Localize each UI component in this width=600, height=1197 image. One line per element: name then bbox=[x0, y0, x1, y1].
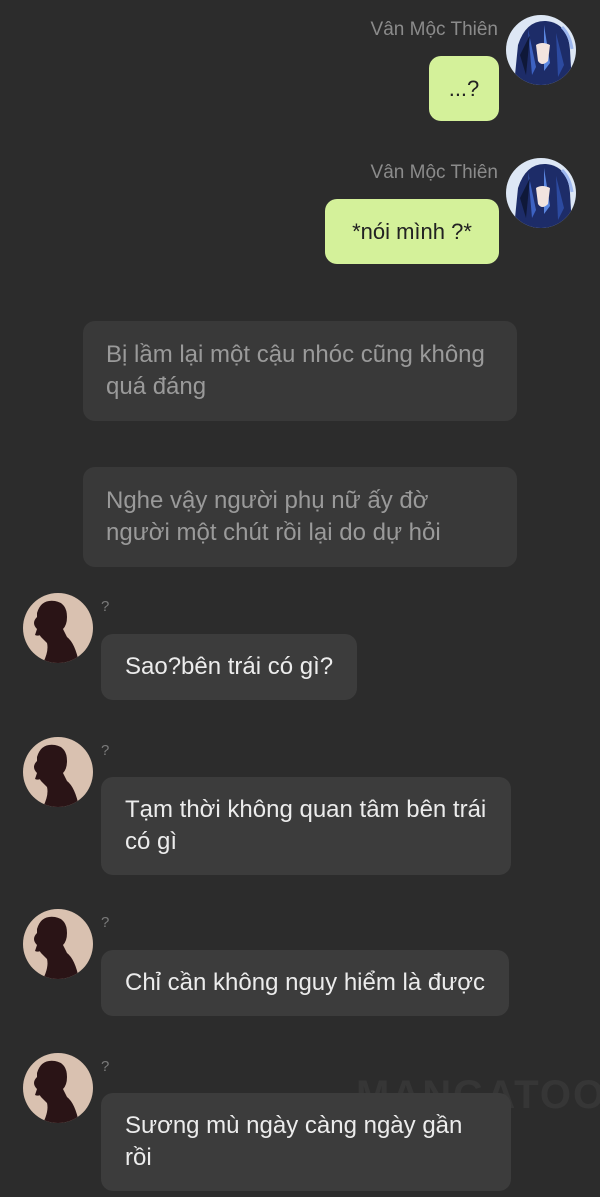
sender-name: Vân Mộc Thiên bbox=[370, 19, 498, 40]
message-bubble[interactable]: Tạm thời không quan tâm bên trái có gì bbox=[101, 777, 511, 875]
message-bubble[interactable]: *nói mình ?* bbox=[325, 199, 499, 264]
silhouette-avatar-icon[interactable] bbox=[23, 1053, 93, 1123]
sender-name: Vân Mộc Thiên bbox=[370, 162, 498, 183]
sender-name: ? bbox=[101, 598, 110, 615]
silhouette-avatar-icon[interactable] bbox=[23, 737, 93, 807]
sender-name: ? bbox=[101, 742, 110, 759]
narration-text: Nghe vậy người phụ nữ ấy đờ người một ch… bbox=[106, 487, 441, 546]
message-text: Sương mù ngày càng ngày gần rồi bbox=[125, 1112, 463, 1171]
narration-text: Bị lầm lại một cậu nhóc cũng không quá đ… bbox=[106, 341, 485, 400]
message-bubble[interactable]: Chỉ cần không nguy hiểm là được bbox=[101, 950, 509, 1016]
anime-avatar-icon[interactable] bbox=[506, 15, 576, 85]
message-text: Sao?bên trái có gì? bbox=[125, 653, 334, 680]
narration-bubble[interactable]: Nghe vậy người phụ nữ ấy đờ người một ch… bbox=[83, 467, 517, 567]
message-bubble[interactable]: Sao?bên trái có gì? bbox=[101, 634, 358, 700]
message-text: ...? bbox=[448, 75, 480, 101]
silhouette-avatar-icon[interactable] bbox=[23, 909, 93, 979]
message-text: Tạm thời không quan tâm bên trái có gì bbox=[125, 796, 487, 855]
message-text: Chỉ cần không nguy hiểm là được bbox=[125, 969, 485, 996]
sender-name: ? bbox=[101, 1058, 110, 1075]
anime-avatar-icon[interactable] bbox=[506, 158, 576, 228]
sender-name: ? bbox=[101, 914, 110, 931]
message-bubble[interactable]: Sương mù ngày càng ngày gần rồi bbox=[101, 1093, 511, 1191]
message-bubble[interactable]: ...? bbox=[429, 56, 499, 121]
narration-bubble[interactable]: Bị lầm lại một cậu nhóc cũng không quá đ… bbox=[83, 321, 517, 421]
silhouette-avatar-icon[interactable] bbox=[23, 593, 93, 663]
message-text: *nói mình ?* bbox=[352, 218, 472, 244]
